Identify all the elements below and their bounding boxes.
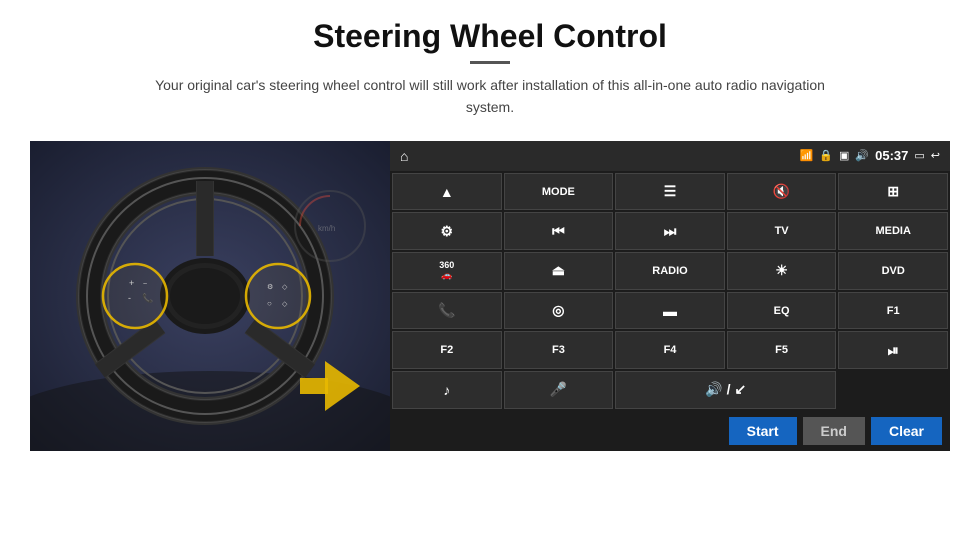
navigate-btn[interactable]: ▲	[392, 173, 502, 211]
mic-btn[interactable]: 🎤	[504, 371, 614, 409]
radio-btn[interactable]: RADIO	[615, 252, 725, 290]
list-btn[interactable]: ☰	[615, 173, 725, 211]
status-time: 05:37	[875, 148, 908, 163]
next-btn[interactable]: ⏭	[615, 212, 725, 250]
screen-btn[interactable]: ▬	[615, 292, 725, 330]
apps-btn[interactable]: ⊞	[838, 173, 948, 211]
svg-text:~: ~	[143, 281, 147, 288]
title-divider	[470, 61, 510, 64]
music-btn[interactable]: ♪	[392, 371, 502, 409]
f5-btn[interactable]: F5	[727, 331, 837, 369]
eq-btn[interactable]: EQ	[727, 292, 837, 330]
mute-btn[interactable]: 🔇	[727, 173, 837, 211]
lock-icon: 🔒	[819, 149, 833, 162]
sd-icon: ▣	[839, 149, 849, 162]
content-area: + ~ - 📞 ⚙ ◇ ○ ◇ km/h	[30, 141, 950, 451]
vol-btn[interactable]: 🔊 / ↙	[615, 371, 836, 409]
dvd-btn[interactable]: DVD	[838, 252, 948, 290]
brightness-btn[interactable]: ☀	[727, 252, 837, 290]
svg-text:◇: ◇	[282, 301, 288, 308]
wifi-icon: 📶	[800, 149, 814, 162]
playpause-btn[interactable]: ⏯	[838, 331, 948, 369]
status-left: ⌂	[400, 148, 408, 164]
svg-text:+: +	[129, 278, 134, 288]
eject-btn[interactable]: ⏏	[504, 252, 614, 290]
start-button[interactable]: Start	[729, 417, 797, 445]
empty-btn	[838, 371, 948, 409]
bt-icon: 🔊	[855, 149, 869, 162]
title-section: Steering Wheel Control Your original car…	[130, 18, 850, 133]
settings-btn[interactable]: ⚙	[392, 212, 502, 250]
bottom-bar: Start End Clear	[390, 411, 950, 451]
svg-text:📞: 📞	[142, 292, 154, 303]
f3-btn[interactable]: F3	[504, 331, 614, 369]
f1-btn[interactable]: F1	[838, 292, 948, 330]
svg-text:⚙: ⚙	[267, 283, 273, 291]
steering-wheel-image: + ~ - 📞 ⚙ ◇ ○ ◇ km/h	[30, 141, 390, 451]
svg-text:○: ○	[267, 299, 272, 308]
screen-icon: ▭	[914, 149, 924, 162]
page-wrapper: Steering Wheel Control Your original car…	[0, 0, 980, 544]
car-ui-panel: ⌂ 📶 🔒 ▣ 🔊 05:37 ▭ ↩ ▲ MODE ☰ 🔇	[390, 141, 950, 451]
button-grid: ▲ MODE ☰ 🔇 ⊞ ⚙ ⏮ ⏭ TV MEDIA 360🚗 ⏏ RADIO…	[390, 171, 950, 411]
clear-button[interactable]: Clear	[871, 417, 942, 445]
360-btn[interactable]: 360🚗	[392, 252, 502, 290]
status-right: 📶 🔒 ▣ 🔊 05:37 ▭ ↩	[800, 148, 940, 163]
f2-btn[interactable]: F2	[392, 331, 502, 369]
svg-text:-: -	[128, 293, 131, 303]
mode-btn[interactable]: MODE	[504, 173, 614, 211]
prev-btn[interactable]: ⏮	[504, 212, 614, 250]
f4-btn[interactable]: F4	[615, 331, 725, 369]
svg-text:km/h: km/h	[318, 224, 335, 233]
home-icon[interactable]: ⌂	[400, 148, 408, 164]
svg-text:◇: ◇	[282, 284, 288, 291]
tv-btn[interactable]: TV	[727, 212, 837, 250]
page-title: Steering Wheel Control	[130, 18, 850, 55]
phone-btn[interactable]: 📞	[392, 292, 502, 330]
back-icon[interactable]: ↩	[931, 149, 940, 162]
subtitle-text: Your original car's steering wheel contr…	[130, 74, 850, 119]
nav2-btn[interactable]: ◎	[504, 292, 614, 330]
media-btn[interactable]: MEDIA	[838, 212, 948, 250]
end-button[interactable]: End	[803, 417, 865, 445]
status-bar: ⌂ 📶 🔒 ▣ 🔊 05:37 ▭ ↩	[390, 141, 950, 171]
